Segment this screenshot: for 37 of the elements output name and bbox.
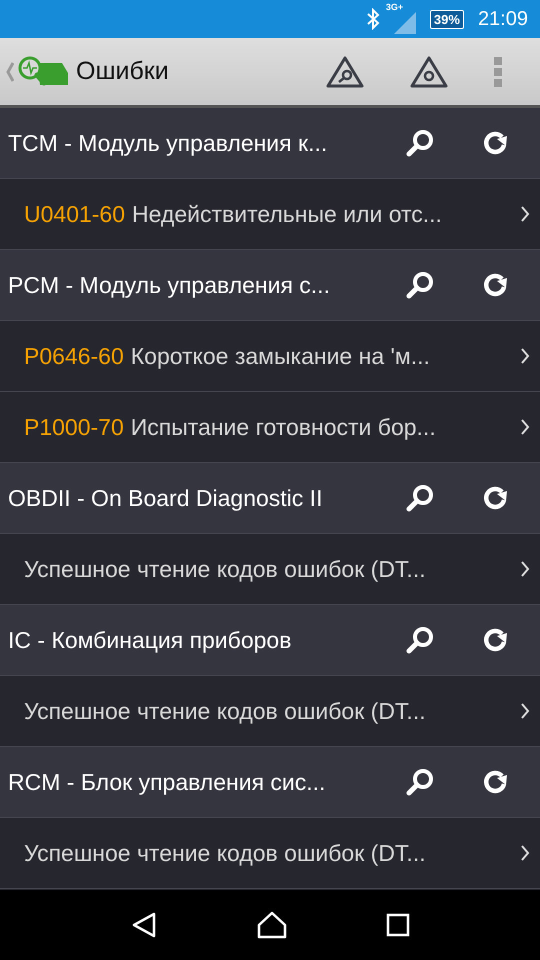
back-nav-icon[interactable] bbox=[130, 911, 158, 939]
chevron-right-icon bbox=[520, 418, 530, 436]
module-row[interactable]: OBDII - On Board Diagnostic II bbox=[0, 463, 540, 534]
module-name: TCM - Модуль управления к... bbox=[8, 130, 328, 156]
module-name: RCM - Блок управления сис... bbox=[8, 768, 326, 796]
chevron-right-icon bbox=[520, 347, 530, 365]
network-type: 3G+ bbox=[386, 2, 404, 12]
clock: 21:09 bbox=[478, 8, 528, 30]
chevron-right-icon bbox=[520, 844, 530, 862]
home-icon[interactable] bbox=[256, 911, 287, 939]
search-icon[interactable] bbox=[404, 766, 436, 798]
triangle-search-icon[interactable] bbox=[326, 56, 364, 88]
signal-icon bbox=[394, 12, 416, 34]
screen-title: Ошибки bbox=[76, 57, 169, 86]
module-name: OBDII - On Board Diagnostic II bbox=[8, 484, 324, 512]
module-name: IC - Комбинация приборов bbox=[8, 626, 292, 654]
module-row[interactable]: IC - Комбинация приборов bbox=[0, 605, 540, 676]
battery-indicator: 39% bbox=[430, 10, 464, 28]
search-icon[interactable] bbox=[404, 624, 436, 656]
chevron-right-icon bbox=[520, 205, 530, 223]
fault-description: Успешное чтение кодов ошибок (DT... bbox=[24, 556, 427, 582]
module-row[interactable]: RCM - Блок управления сис... bbox=[0, 747, 540, 818]
module-row[interactable]: PCM - Модуль управления с... bbox=[0, 250, 540, 321]
module-row[interactable]: TCM - Модуль управления к... bbox=[0, 108, 540, 179]
fault-description: P0646-60 Короткое замыкание на 'м... bbox=[24, 342, 431, 370]
search-icon[interactable] bbox=[404, 269, 436, 301]
module-name: PCM - Модуль управления с... bbox=[8, 272, 331, 298]
chevron-right-icon bbox=[520, 560, 530, 578]
fault-description: Успешное чтение кодов ошибок (DT... bbox=[24, 698, 427, 724]
fault-description: P1000-70 Испытание готовности бор... bbox=[24, 414, 437, 440]
search-icon[interactable] bbox=[404, 482, 436, 514]
fault-description: Успешное чтение кодов ошибок (DT... bbox=[24, 840, 427, 866]
bluetooth-icon bbox=[366, 8, 380, 30]
fault-description: U0401-60 Недействительные или отс... bbox=[24, 200, 443, 228]
recent-apps-icon[interactable] bbox=[386, 913, 410, 937]
search-icon[interactable] bbox=[404, 127, 436, 159]
chevron-right-icon bbox=[520, 702, 530, 720]
